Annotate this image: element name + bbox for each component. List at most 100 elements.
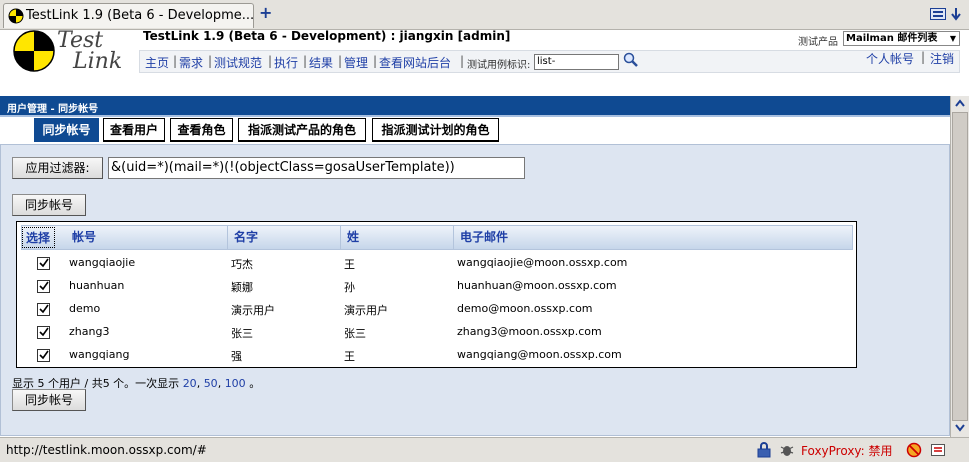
browser-tab[interactable]: TestLink 1.9 (Beta 6 - Developme... xyxy=(3,3,254,28)
tab-list-icon[interactable] xyxy=(930,8,946,20)
page-size-100-link[interactable]: 100 xyxy=(225,377,246,390)
cell-account: huanhuan xyxy=(69,279,125,292)
cell-account: wangqiaojie xyxy=(69,256,136,269)
page-size-20-link[interactable]: 20 xyxy=(183,377,197,390)
nav-separator: | xyxy=(268,54,273,68)
vertical-scrollbar[interactable] xyxy=(950,96,969,437)
page-size-50-link[interactable]: 50 xyxy=(204,377,218,390)
apply-filter-button[interactable]: 应用过滤器: xyxy=(12,157,103,179)
cell-first-name: 演示用户 xyxy=(231,304,275,317)
browser-window: { "browser": { "tab_title": "TestLink 1.… xyxy=(0,0,969,462)
nav-execute[interactable]: 执行 xyxy=(274,54,298,71)
sync-accounts-button-bottom[interactable]: 同步帐号 xyxy=(12,389,86,411)
nav-separator: | xyxy=(373,54,378,68)
summary-suffix: 。 xyxy=(249,377,261,390)
foxyproxy-disabled-icon[interactable] xyxy=(906,442,922,458)
nav-home[interactable]: 主页 xyxy=(145,54,169,71)
tab-assign-product-roles[interactable]: 指派测试产品的角色 xyxy=(238,118,366,142)
table-row: wangqiang 强 王 wangqiang@moon.ossxp.com xyxy=(21,344,853,367)
checkmark-icon xyxy=(39,327,49,337)
page-title-bar: 用户管理 - 同步帐号 xyxy=(0,96,950,117)
tab-assign-plan-roles[interactable]: 指派测试计划的角色 xyxy=(372,118,499,142)
main-content: 应用过滤器: &(uid=*)(mail=*)(!(objectClass=go… xyxy=(0,144,950,436)
browser-status-bar: http://testlink.moon.ossxp.com/# FoxyPro… xyxy=(0,437,969,462)
cell-last-name: 王 xyxy=(344,258,355,271)
tab-scroll-down-icon[interactable] xyxy=(950,6,962,22)
row-checkbox[interactable] xyxy=(37,349,50,362)
checkmark-icon xyxy=(39,281,49,291)
tab-view-users[interactable]: 查看用户 xyxy=(103,118,165,142)
search-icon[interactable] xyxy=(623,52,639,68)
tab-sync-accounts[interactable]: 同步帐号 xyxy=(34,118,99,142)
user-management-tabs: 同步帐号 查看用户 查看角色 指派测试产品的角色 指派测试计划的角色 xyxy=(0,117,950,144)
security-lock-icon xyxy=(757,442,771,458)
row-checkbox[interactable] xyxy=(37,257,50,270)
column-account[interactable]: 帐号 xyxy=(66,226,228,249)
sync-accounts-button-top[interactable]: 同步帐号 xyxy=(12,194,86,216)
scroll-up-icon[interactable] xyxy=(953,97,967,111)
logo-text-link: Link xyxy=(73,49,123,74)
cell-account: zhang3 xyxy=(69,325,110,338)
cell-first-name: 张三 xyxy=(231,327,253,340)
personal-account-link[interactable]: 个人帐号 xyxy=(866,50,914,67)
cell-first-name: 颖娜 xyxy=(231,281,253,294)
scrollbar-thumb[interactable] xyxy=(952,112,968,421)
cell-account: demo xyxy=(69,302,101,315)
cell-first-name: 巧杰 xyxy=(231,258,253,271)
cell-email: huanhuan@moon.ossxp.com xyxy=(457,279,617,292)
browser-tab-bar: TestLink 1.9 (Beta 6 - Developme... + xyxy=(0,0,969,30)
testlink-favicon-icon xyxy=(8,8,24,24)
nav-results[interactable]: 结果 xyxy=(309,54,333,71)
checkmark-icon xyxy=(39,350,49,360)
cell-email: wangqiaojie@moon.ossxp.com xyxy=(457,256,628,269)
product-label: 测试产品 xyxy=(798,37,838,48)
new-tab-icon[interactable]: + xyxy=(259,5,273,21)
page-title: 用户管理 - 同步帐号 xyxy=(7,104,99,115)
browser-tab-title: TestLink 1.9 (Beta 6 - Developme... xyxy=(26,8,255,23)
column-select[interactable]: 选择 xyxy=(22,227,55,248)
firebug-icon[interactable] xyxy=(779,442,795,458)
nav-test-spec[interactable]: 测试规范 xyxy=(214,54,262,71)
nav-separator: | xyxy=(208,54,213,68)
nav-separator: | xyxy=(173,54,178,68)
nav-requirements[interactable]: 需求 xyxy=(179,54,203,71)
tab-view-roles[interactable]: 查看角色 xyxy=(170,118,233,142)
product-select[interactable]: Mailman 邮件列表 ▼ xyxy=(843,31,960,46)
header-separator: | xyxy=(921,50,926,64)
checkmark-icon xyxy=(39,304,49,314)
cell-account: wangqiang xyxy=(69,348,130,361)
column-email[interactable]: 电子邮件 xyxy=(454,226,852,249)
row-checkbox[interactable] xyxy=(37,280,50,293)
nav-site-backend[interactable]: 查看网站后台 xyxy=(379,54,451,71)
checkmark-icon xyxy=(39,258,49,268)
cell-last-name: 孙 xyxy=(344,281,355,294)
cell-last-name: 演示用户 xyxy=(344,304,388,317)
table-header: 选择 帐号 名字 姓 电子邮件 xyxy=(21,225,853,250)
table-row: demo 演示用户 演示用户 demo@moon.ossxp.com xyxy=(21,298,853,321)
addon-icon[interactable] xyxy=(930,442,946,458)
cell-email: wangqiang@moon.ossxp.com xyxy=(457,348,622,361)
nav-separator: | xyxy=(338,54,343,68)
main-navigation: 主页 | 需求 | 测试规范 | 执行 | 结果 | 管理 | 查看网站后台 |… xyxy=(139,50,960,73)
product-select-value: Mailman 邮件列表 xyxy=(846,33,938,44)
row-checkbox[interactable] xyxy=(37,303,50,316)
foxyproxy-status[interactable]: FoxyProxy: 禁用 xyxy=(801,442,893,459)
cell-email: demo@moon.ossxp.com xyxy=(457,302,593,315)
ldap-filter-input[interactable]: &(uid=*)(mail=*)(!(objectClass=gosaUserT… xyxy=(108,157,525,179)
nav-admin[interactable]: 管理 xyxy=(344,54,368,71)
cell-last-name: 王 xyxy=(344,350,355,363)
testcase-id-input[interactable]: list- xyxy=(534,54,619,70)
column-first-name[interactable]: 名字 xyxy=(228,226,341,249)
app-title: TestLink 1.9 (Beta 6 - Development) : ji… xyxy=(143,29,511,43)
cell-first-name: 强 xyxy=(231,350,242,363)
table-row: huanhuan 颖娜 孙 huanhuan@moon.ossxp.com xyxy=(21,275,853,298)
cell-last-name: 张三 xyxy=(344,327,366,340)
scroll-down-icon[interactable] xyxy=(953,420,967,434)
status-url: http://testlink.moon.ossxp.com/# xyxy=(6,443,207,457)
users-table: 选择 帐号 名字 姓 电子邮件 wangqiaojie 巧杰 王 wangqia… xyxy=(16,221,857,368)
row-checkbox[interactable] xyxy=(37,326,50,339)
table-row: zhang3 张三 张三 zhang3@moon.ossxp.com xyxy=(21,321,853,344)
column-last-name[interactable]: 姓 xyxy=(341,226,454,249)
dropdown-arrow-icon: ▼ xyxy=(949,34,957,43)
logout-link[interactable]: 注销 xyxy=(930,50,954,67)
